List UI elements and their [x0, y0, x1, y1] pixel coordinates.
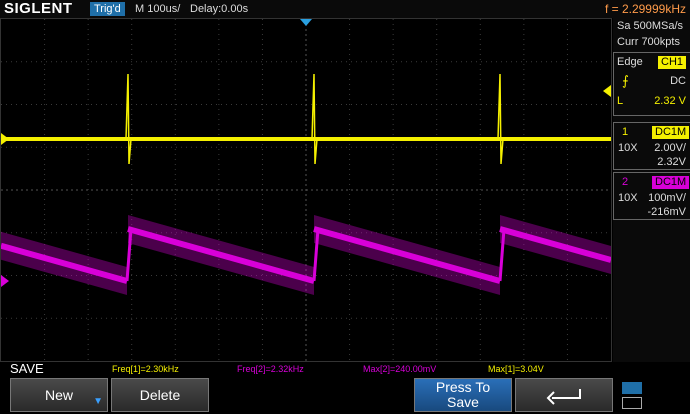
- trigger-position-marker: [300, 19, 312, 26]
- network-icon: [622, 397, 642, 409]
- trigger-type: Edge: [617, 56, 643, 68]
- channel1-spike: [497, 73, 504, 165]
- trigger-coupling: DC: [670, 75, 686, 87]
- channel2-trace: [127, 226, 315, 284]
- channel1-marker: [1, 133, 9, 145]
- trigger-rising-edge-icon: ⨍: [622, 73, 629, 88]
- trigger-level-label: L: [617, 95, 624, 107]
- softkey-bar: New ▼ Delete Press To Save: [0, 376, 690, 414]
- trigger-level-value: 2.32 V: [654, 95, 686, 107]
- timebase-readout: M 100us/: [135, 3, 181, 15]
- return-button[interactable]: [515, 378, 613, 412]
- channel2-marker: [1, 275, 9, 287]
- channel2-segment: [313, 215, 506, 295]
- measurement-row: Freq[1]=2.30kHz Freq[2]=2.32kHz Max[2]=2…: [0, 362, 612, 376]
- measurement-freq2: Freq[2]=2.32kHz: [237, 364, 304, 374]
- right-info-panel: Sa 500MSa/s Curr 700kpts Edge CH1 ⨍ DC L…: [613, 18, 690, 362]
- measurement-max1: Max[1]=3.04V: [488, 364, 544, 374]
- new-button[interactable]: New ▼: [10, 378, 108, 412]
- channel1-coupling: DC1M: [652, 126, 690, 139]
- channel1-probe: 10X: [618, 142, 638, 154]
- channel2-probe: 10X: [618, 192, 638, 204]
- memory-depth: Curr 700kpts: [617, 36, 680, 48]
- waveform-display[interactable]: [0, 18, 612, 362]
- measurement-max2: Max[2]=240.00mV: [363, 364, 437, 374]
- top-status-bar: SIGLENT Trig'd M 100us/ Delay:0.00s f = …: [0, 0, 690, 18]
- channel1-scale: 2.00V/: [654, 142, 686, 154]
- channel1-number: 1: [622, 126, 629, 138]
- new-button-label: New: [44, 387, 73, 403]
- channel2-trace: [313, 226, 501, 284]
- measurement-freq1: Freq[1]=2.30kHz: [112, 364, 179, 374]
- trigger-status-badge: Trig'd: [90, 2, 125, 16]
- channel2-offset: -216mV: [647, 206, 686, 218]
- channel2-segment: [499, 215, 611, 275]
- channel1-offset: 2.32V: [657, 156, 686, 168]
- graticule: [1, 19, 611, 361]
- delay-readout: Delay:0.00s: [190, 3, 249, 15]
- return-arrow-icon: [546, 389, 581, 405]
- channel2-segment: [1, 228, 133, 295]
- channel2-number: 2: [622, 176, 629, 188]
- channel1-spike: [125, 73, 132, 165]
- press-to-save-label: Press To Save: [435, 379, 491, 410]
- channel2-segment: [127, 215, 320, 295]
- brand-logo: SIGLENT: [4, 0, 73, 17]
- trigger-level-marker: [603, 85, 611, 97]
- channel2-info-box[interactable]: 2 DC1M 10X 100mV/ -216mV: [613, 172, 690, 220]
- channel2-coupling: DC1M: [652, 176, 690, 189]
- chevron-down-icon: ▼: [93, 396, 103, 407]
- channel1-spike: [311, 73, 318, 165]
- sample-rate: Sa 500MSa/s: [617, 20, 684, 32]
- delete-button[interactable]: Delete: [111, 378, 209, 412]
- trigger-info-box[interactable]: Edge CH1 ⨍ DC L 2.32 V: [613, 52, 690, 116]
- press-to-save-button[interactable]: Press To Save: [414, 378, 512, 412]
- trigger-source: CH1: [658, 56, 687, 69]
- delete-button-label: Delete: [139, 387, 181, 403]
- channel2-scale: 100mV/: [648, 192, 686, 204]
- usb-icon: [622, 382, 642, 394]
- frequency-readout: f = 2.29999kHz: [604, 2, 686, 16]
- channel1-info-box[interactable]: 1 DC1M 10X 2.00V/ 2.32V: [613, 122, 690, 170]
